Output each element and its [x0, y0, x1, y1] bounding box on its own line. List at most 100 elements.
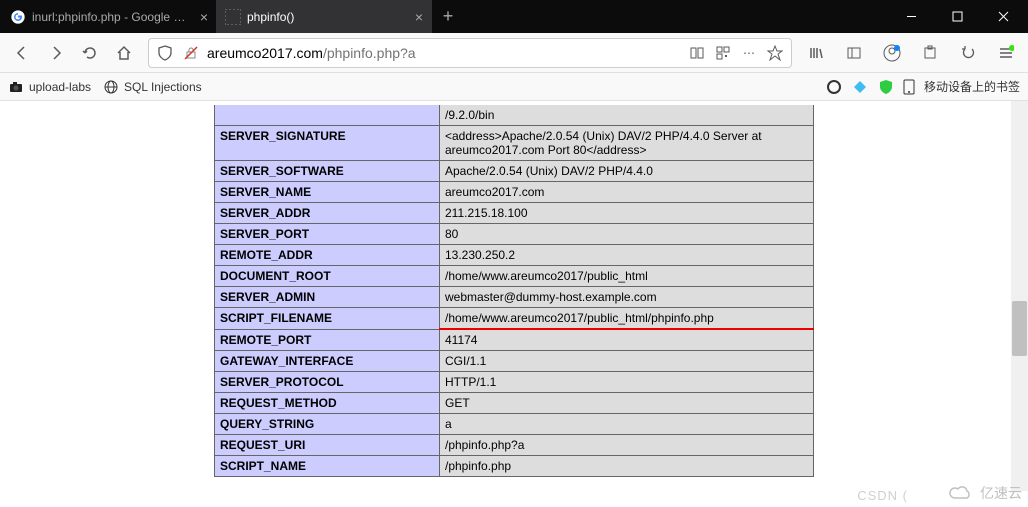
forward-button[interactable]	[40, 37, 72, 69]
env-key: SERVER_ADDR	[215, 203, 440, 224]
tab-bar: inurl:phpinfo.php - Google 검색 × phpinfo(…	[0, 0, 1028, 33]
sidebar-icon[interactable]	[838, 37, 870, 69]
table-row: REQUEST_METHODGET	[215, 393, 814, 414]
table-row: QUERY_STRINGa	[215, 414, 814, 435]
table-row: REQUEST_URI/phpinfo.php?a	[215, 435, 814, 456]
cloud-icon	[948, 484, 974, 502]
close-icon[interactable]: ×	[200, 9, 208, 25]
google-favicon-icon	[10, 9, 26, 25]
env-key: REMOTE_ADDR	[215, 245, 440, 266]
table-row: SERVER_SIGNATURE<address>Apache/2.0.54 (…	[215, 126, 814, 161]
env-key: SERVER_SIGNATURE	[215, 126, 440, 161]
address-bar[interactable]: areumco2017.com/phpinfo.php?a ⋯	[148, 38, 792, 68]
env-value: a	[440, 414, 814, 435]
bookmark-label: SQL Injections	[124, 80, 202, 94]
table-row: REMOTE_PORT41174	[215, 329, 814, 351]
reader-mode-icon[interactable]	[687, 45, 707, 61]
insecure-lock-icon[interactable]	[181, 45, 201, 61]
env-value: /home/www.areumco2017/public_html	[440, 266, 814, 287]
minimize-button[interactable]	[888, 0, 934, 33]
env-value: 41174	[440, 329, 814, 351]
env-key: GATEWAY_INTERFACE	[215, 351, 440, 372]
env-key: REMOTE_PORT	[215, 329, 440, 351]
close-icon[interactable]: ×	[415, 9, 423, 25]
account-icon[interactable]	[876, 37, 908, 69]
shield-icon[interactable]	[155, 45, 175, 61]
env-value: 13.230.250.2	[440, 245, 814, 266]
blank-favicon-icon	[225, 9, 241, 25]
env-value: CGI/1.1	[440, 351, 814, 372]
ext-icon-1[interactable]	[825, 78, 843, 96]
table-row: SERVER_NAMEareumco2017.com	[215, 182, 814, 203]
back-button[interactable]	[6, 37, 38, 69]
menu-button[interactable]	[990, 37, 1022, 69]
url-bar: areumco2017.com/phpinfo.php?a ⋯	[0, 33, 1028, 73]
table-row: REMOTE_ADDR13.230.250.2	[215, 245, 814, 266]
env-value: webmaster@dummy-host.example.com	[440, 287, 814, 308]
extensions-icon[interactable]	[914, 37, 946, 69]
env-key: SCRIPT_NAME	[215, 456, 440, 477]
globe-icon	[103, 79, 119, 95]
table-row: SCRIPT_FILENAME/home/www.areumco2017/pub…	[215, 308, 814, 330]
env-value: 211.215.18.100	[440, 203, 814, 224]
close-window-button[interactable]	[980, 0, 1026, 33]
env-key: DOCUMENT_ROOT	[215, 266, 440, 287]
table-row: SERVER_PORT80	[215, 224, 814, 245]
env-key: SERVER_PROTOCOL	[215, 372, 440, 393]
maximize-button[interactable]	[934, 0, 980, 33]
tab-google-search[interactable]: inurl:phpinfo.php - Google 검색 ×	[2, 0, 217, 33]
bookmark-upload-labs[interactable]: upload-labs	[8, 79, 91, 95]
page-actions-icon[interactable]: ⋯	[739, 46, 759, 60]
env-value: <address>Apache/2.0.54 (Unix) DAV/2 PHP/…	[440, 126, 814, 161]
undo-icon[interactable]	[952, 37, 984, 69]
table-row: SERVER_ADMINwebmaster@dummy-host.example…	[215, 287, 814, 308]
env-value: areumco2017.com	[440, 182, 814, 203]
scrollbar-thumb[interactable]	[1012, 301, 1027, 356]
ext-icon-2[interactable]	[851, 78, 869, 96]
env-key: REQUEST_URI	[215, 435, 440, 456]
page-content[interactable]: /9.2.0/binSERVER_SIGNATURE<address>Apach…	[0, 101, 1028, 507]
bookmark-sql-injections[interactable]: SQL Injections	[103, 79, 202, 95]
reload-button[interactable]	[74, 37, 106, 69]
toolbar-right	[800, 37, 1022, 69]
qr-icon[interactable]	[713, 45, 733, 61]
env-key: SERVER_NAME	[215, 182, 440, 203]
env-key: REQUEST_METHOD	[215, 393, 440, 414]
env-value: 80	[440, 224, 814, 245]
table-row: /9.2.0/bin	[215, 105, 814, 126]
new-tab-button[interactable]: +	[432, 0, 464, 33]
home-button[interactable]	[108, 37, 140, 69]
table-row: SCRIPT_NAME/phpinfo.php	[215, 456, 814, 477]
env-value: GET	[440, 393, 814, 414]
env-key: SCRIPT_FILENAME	[215, 308, 440, 330]
env-value: /9.2.0/bin	[440, 105, 814, 126]
mobile-bookmarks[interactable]: 移动设备上的书签	[903, 78, 1020, 95]
table-row: GATEWAY_INTERFACECGI/1.1	[215, 351, 814, 372]
phpinfo-table: /9.2.0/binSERVER_SIGNATURE<address>Apach…	[214, 105, 814, 477]
window-controls	[888, 0, 1026, 33]
csdn-watermark: CSDN (	[857, 488, 908, 503]
url-text[interactable]: areumco2017.com/phpinfo.php?a	[207, 45, 681, 61]
env-key: SERVER_ADMIN	[215, 287, 440, 308]
env-value: /phpinfo.php?a	[440, 435, 814, 456]
ext-icon-3[interactable]	[877, 78, 895, 96]
env-value: Apache/2.0.54 (Unix) DAV/2 PHP/4.4.0	[440, 161, 814, 182]
bookmark-label: upload-labs	[29, 80, 91, 94]
env-value: /home/www.areumco2017/public_html/phpinf…	[440, 308, 814, 330]
env-value: /phpinfo.php	[440, 456, 814, 477]
tab-phpinfo[interactable]: phpinfo() ×	[217, 0, 432, 33]
env-key	[215, 105, 440, 126]
tab-title: phpinfo()	[247, 10, 409, 24]
table-row: DOCUMENT_ROOT/home/www.areumco2017/publi…	[215, 266, 814, 287]
env-value: HTTP/1.1	[440, 372, 814, 393]
yisuyun-watermark: 亿速云	[948, 483, 1022, 503]
bookmark-label: 移动设备上的书签	[924, 78, 1020, 95]
table-row: SERVER_SOFTWAREApache/2.0.54 (Unix) DAV/…	[215, 161, 814, 182]
env-key: SERVER_SOFTWARE	[215, 161, 440, 182]
mobile-icon	[903, 79, 919, 95]
scrollbar-track[interactable]	[1011, 101, 1028, 491]
bookmark-star-icon[interactable]	[765, 45, 785, 61]
library-icon[interactable]	[800, 37, 832, 69]
table-row: SERVER_ADDR211.215.18.100	[215, 203, 814, 224]
env-key: SERVER_PORT	[215, 224, 440, 245]
